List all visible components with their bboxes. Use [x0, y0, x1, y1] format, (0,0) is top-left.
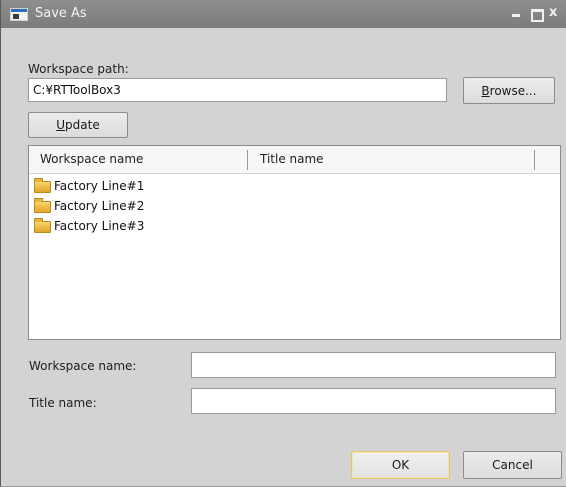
workspace-path-input[interactable]	[28, 78, 447, 102]
list-item[interactable]: Factory Line#1	[34, 176, 554, 196]
column-divider[interactable]	[247, 150, 248, 170]
cancel-button[interactable]: Cancel	[463, 451, 562, 479]
folder-icon	[34, 178, 51, 193]
title-name-input[interactable]	[191, 388, 556, 414]
column-header-title-name[interactable]: Title name	[260, 152, 324, 166]
title-bar[interactable]: Save As x	[1, 0, 566, 28]
ok-button[interactable]: OK	[351, 451, 450, 479]
list-item[interactable]: Factory Line#2	[34, 196, 554, 216]
browse-button[interactable]: Browse...	[463, 77, 555, 104]
workspace-name-input[interactable]	[191, 352, 556, 378]
workspace-name-cell: Factory Line#1	[54, 179, 145, 193]
close-icon[interactable]: x	[549, 6, 563, 20]
workspace-name-label: Workspace name:	[29, 359, 137, 373]
workspace-name-cell: Factory Line#3	[54, 219, 145, 233]
workspace-list[interactable]: Workspace name Title name Factory Line#1…	[28, 145, 561, 340]
title-name-label: Title name:	[29, 396, 97, 410]
app-window-icon	[10, 8, 28, 21]
workspace-name-cell: Factory Line#2	[54, 199, 145, 213]
update-button[interactable]: Update	[28, 112, 128, 138]
save-as-dialog: Save As x Workspace path: Browse... Upda…	[0, 0, 566, 487]
window-title: Save As	[35, 6, 87, 21]
column-divider[interactable]	[534, 150, 535, 170]
list-item[interactable]: Factory Line#3	[34, 216, 554, 236]
workspace-path-label: Workspace path:	[28, 62, 129, 76]
column-header-workspace-name[interactable]: Workspace name	[40, 152, 143, 166]
maximize-icon[interactable]	[529, 6, 544, 22]
folder-icon	[34, 218, 51, 233]
list-header: Workspace name Title name	[29, 146, 560, 174]
folder-icon	[34, 198, 51, 213]
minimize-icon[interactable]	[509, 6, 523, 20]
